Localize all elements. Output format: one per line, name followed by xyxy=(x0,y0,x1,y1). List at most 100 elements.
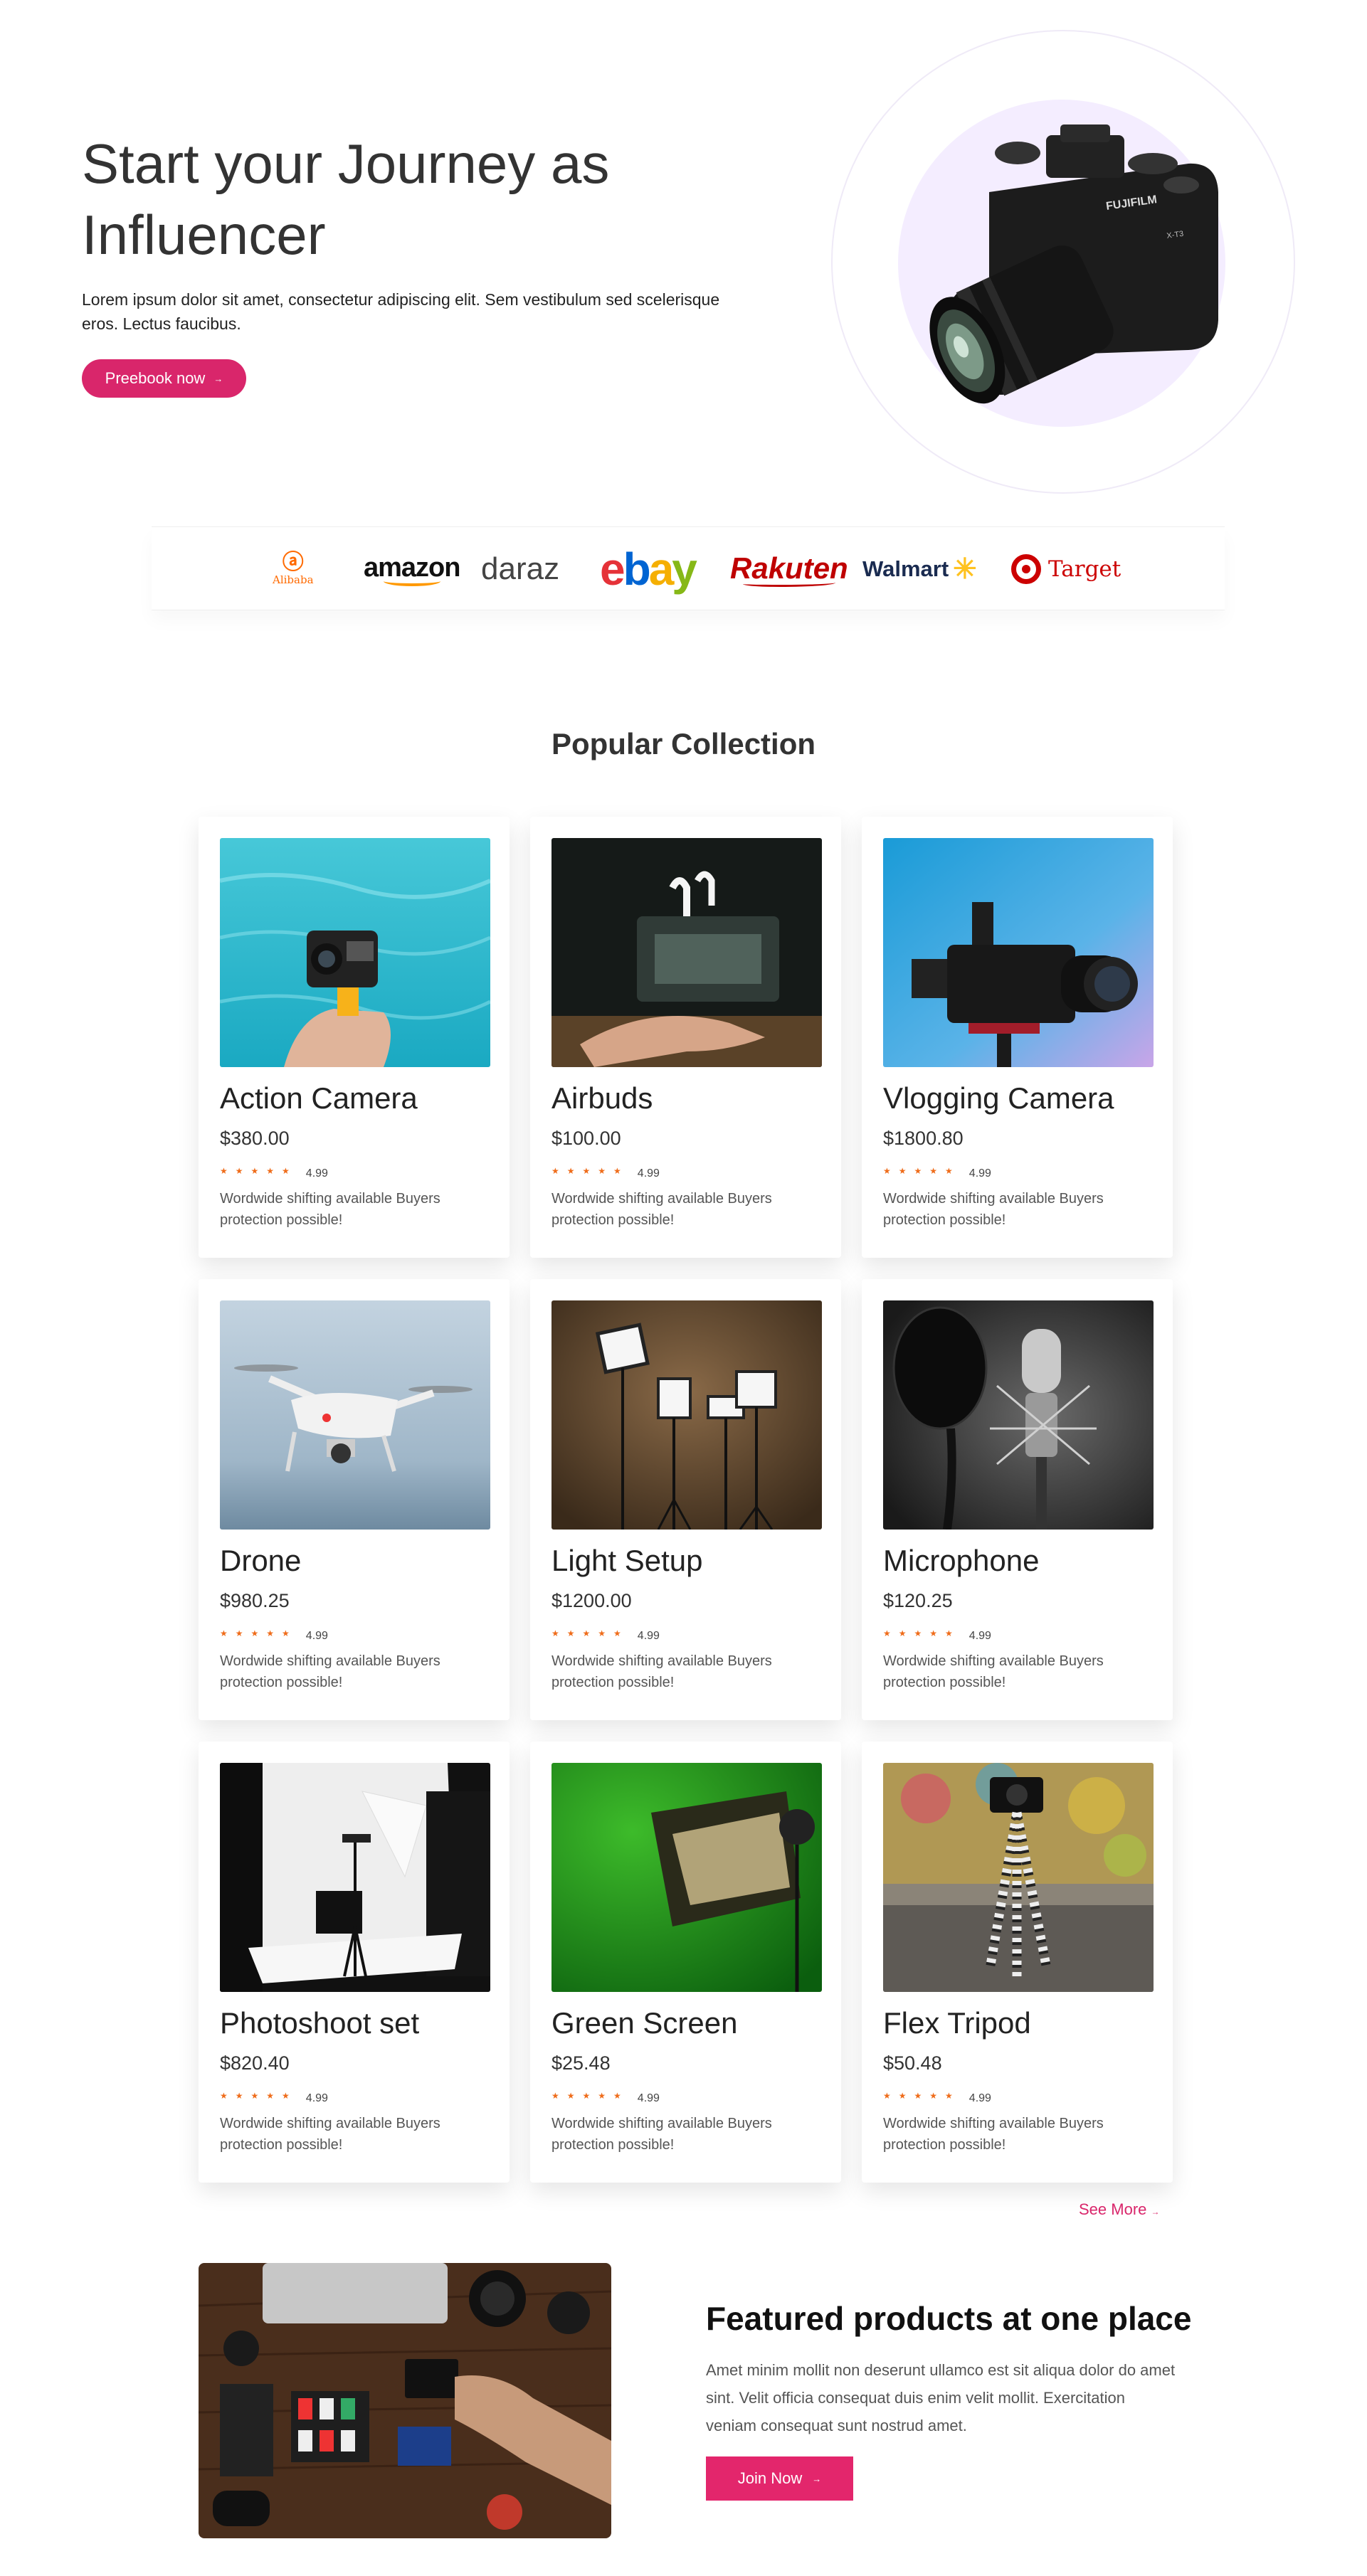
target-logo[interactable]: Target xyxy=(1011,527,1121,611)
shipping-note: Wordwide shifting available Buyers prote… xyxy=(883,1191,1104,1228)
ebay-logo[interactable]: ebay xyxy=(600,527,697,611)
star-rating-icon: ★★★★★ xyxy=(551,1628,629,1638)
product-card[interactable]: Vlogging Camera $1800.80 ★★★★★ 4.99 Word… xyxy=(862,817,1173,1258)
daraz-logo-text: daraz xyxy=(481,551,560,586)
product-card[interactable]: Flex Tripod $50.48 ★★★★★ 4.99 Wordwide s… xyxy=(862,1742,1173,2183)
target-bullseye-icon xyxy=(1011,554,1041,584)
product-name[interactable]: Green Screen xyxy=(551,2006,737,2040)
arrow-right-icon: → xyxy=(812,2473,822,2484)
arrow-right-icon: → xyxy=(213,373,223,384)
hero-title: Start your Journey as Influencer xyxy=(82,132,610,266)
target-logo-text: Target xyxy=(1048,556,1121,582)
product-card[interactable]: Action Camera $380.00 ★★★★★ 4.99 Wordwid… xyxy=(199,817,510,1258)
see-more-label: See More xyxy=(1079,2200,1147,2218)
preebook-now-button[interactable]: Preebook now → xyxy=(82,359,246,398)
product-image xyxy=(551,838,822,1067)
product-price: $120.25 xyxy=(883,1590,953,1611)
rating-score: 4.99 xyxy=(968,2092,991,2104)
product-price: $820.40 xyxy=(220,2052,290,2074)
product-name[interactable]: Action Camera xyxy=(220,1081,418,1115)
product-name[interactable]: Flex Tripod xyxy=(883,2006,1031,2040)
see-more-link[interactable]: See More → xyxy=(1079,2200,1160,2219)
walmart-logo-text: Walmart xyxy=(862,556,949,581)
star-rating-icon: ★★★★★ xyxy=(883,1628,961,1638)
product-rating: ★★★★★ 4.99 xyxy=(220,1162,328,1180)
product-card[interactable]: Green Screen $25.48 ★★★★★ 4.99 Wordwide … xyxy=(530,1742,841,2183)
star-rating-icon: ★★★★★ xyxy=(883,1166,961,1176)
product-rating: ★★★★★ 4.99 xyxy=(883,2087,991,2105)
arrow-right-icon: → xyxy=(1151,2207,1160,2217)
product-price: $25.48 xyxy=(551,2052,611,2074)
product-price: $380.00 xyxy=(220,1128,290,1149)
product-rating: ★★★★★ 4.99 xyxy=(551,1162,660,1180)
star-rating-icon: ★★★★★ xyxy=(883,2091,961,2101)
star-rating-icon: ★★★★★ xyxy=(220,1628,297,1638)
product-rating: ★★★★★ 4.99 xyxy=(220,2087,328,2105)
rating-score: 4.99 xyxy=(637,2092,660,2104)
product-card[interactable]: Drone $980.25 ★★★★★ 4.99 Wordwide shifti… xyxy=(199,1279,510,1720)
rating-score: 4.99 xyxy=(305,2092,328,2104)
product-name[interactable]: Drone xyxy=(220,1544,301,1578)
product-rating: ★★★★★ 4.99 xyxy=(883,1624,991,1643)
popular-collection-title: Popular Collection xyxy=(551,727,816,760)
shipping-note: Wordwide shifting available Buyers prote… xyxy=(883,2116,1104,2153)
product-name[interactable]: Photoshoot set xyxy=(220,2006,419,2040)
product-image xyxy=(883,838,1154,1067)
product-rating: ★★★★★ 4.99 xyxy=(220,1624,328,1643)
product-image xyxy=(551,1300,822,1530)
product-card[interactable]: Light Setup $1200.00 ★★★★★ 4.99 Wordwide… xyxy=(530,1279,841,1720)
ebay-letter-a: a xyxy=(648,544,675,595)
star-rating-icon: ★★★★★ xyxy=(220,1166,297,1176)
product-card[interactable]: Microphone $120.25 ★★★★★ 4.99 Wordwide s… xyxy=(862,1279,1173,1720)
ebay-letter-e: e xyxy=(600,544,626,595)
product-price: $1800.80 xyxy=(883,1128,964,1149)
amazon-logo[interactable]: amazon xyxy=(364,527,460,611)
rating-score: 4.99 xyxy=(637,1630,660,1642)
amazon-smile-icon xyxy=(383,576,440,586)
rakuten-logo[interactable]: Rakuten xyxy=(730,527,848,611)
product-image xyxy=(220,838,490,1067)
product-card[interactable]: Photoshoot set $820.40 ★★★★★ 4.99 Wordwi… xyxy=(199,1742,510,2183)
shipping-note: Wordwide shifting available Buyers prote… xyxy=(220,1653,440,1690)
product-price: $50.48 xyxy=(883,2052,942,2074)
ebay-letter-y: y xyxy=(672,544,697,595)
hero-description: Lorem ipsum dolor sit amet, consectetur … xyxy=(82,290,720,333)
product-card[interactable]: Airbuds $100.00 ★★★★★ 4.99 Wordwide shif… xyxy=(530,817,841,1258)
join-now-button[interactable]: Join Now → xyxy=(706,2456,853,2501)
product-name[interactable]: Microphone xyxy=(883,1544,1039,1578)
star-rating-icon: ★★★★★ xyxy=(220,2091,297,2101)
product-rating: ★★★★★ 4.99 xyxy=(551,1624,660,1643)
walmart-logo[interactable]: Walmart ✳ xyxy=(862,527,977,611)
shipping-note: Wordwide shifting available Buyers prote… xyxy=(551,2116,772,2153)
product-image xyxy=(883,1300,1154,1530)
product-rating: ★★★★★ 4.99 xyxy=(883,1162,991,1180)
daraz-logo[interactable]: daraz xyxy=(481,527,559,611)
star-rating-icon: ★★★★★ xyxy=(551,2091,629,2101)
product-name[interactable]: Light Setup xyxy=(551,1544,703,1578)
star-rating-icon: ★★★★★ xyxy=(551,1166,629,1176)
product-price: $980.25 xyxy=(220,1590,290,1611)
rakuten-swoosh-icon xyxy=(742,580,835,587)
product-price: $1200.00 xyxy=(551,1590,632,1611)
shipping-note: Wordwide shifting available Buyers prote… xyxy=(551,1191,772,1228)
shipping-note: Wordwide shifting available Buyers prote… xyxy=(220,1191,440,1228)
alibaba-glyph-icon: ⓐ xyxy=(282,551,304,574)
featured-title: Featured products at one place xyxy=(706,2300,1192,2337)
rating-score: 4.99 xyxy=(305,1630,328,1642)
shipping-note: Wordwide shifting available Buyers prote… xyxy=(551,1653,772,1690)
featured-description: Amet minim mollit non deserunt ullamco e… xyxy=(706,2361,1176,2434)
product-price: $100.00 xyxy=(551,1128,621,1149)
product-name[interactable]: Vlogging Camera xyxy=(883,1081,1114,1115)
shipping-note: Wordwide shifting available Buyers prote… xyxy=(883,1653,1104,1690)
rating-score: 4.99 xyxy=(305,1167,328,1180)
product-rating: ★★★★★ 4.99 xyxy=(551,2087,660,2105)
rating-score: 4.99 xyxy=(968,1167,991,1180)
alibaba-logo[interactable]: ⓐ Alibaba xyxy=(273,527,314,611)
rating-score: 4.99 xyxy=(637,1167,660,1180)
shipping-note: Wordwide shifting available Buyers prote… xyxy=(220,2116,440,2153)
product-name[interactable]: Airbuds xyxy=(551,1081,653,1115)
product-image xyxy=(220,1300,490,1530)
alibaba-logo-text: Alibaba xyxy=(273,573,314,586)
preebook-button-label: Preebook now xyxy=(105,369,206,387)
hero-section: Start your Journey as Influencer Lorem i… xyxy=(0,0,1367,519)
